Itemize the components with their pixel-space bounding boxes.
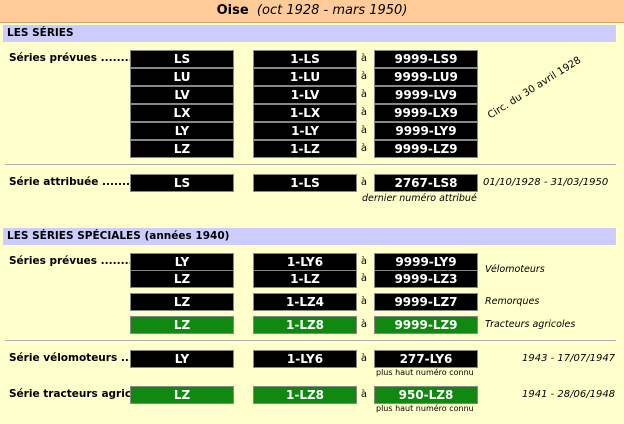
plate-from: 1-LX <box>253 104 357 122</box>
plate-series: LZ <box>130 140 234 158</box>
plate-from: 1-LY6 <box>253 253 357 271</box>
a-separator: à <box>360 89 368 100</box>
note-tracteurs: Tracteurs agricoles <box>485 319 576 330</box>
a-separator: à <box>360 319 368 330</box>
plate-from: 1-LY <box>253 122 357 140</box>
date-range: 01/10/1928 - 31/03/1950 <box>483 177 609 188</box>
plate-series: LZ <box>130 293 234 311</box>
plate-to: 9999-LZ3 <box>374 270 478 288</box>
a-separator: à <box>360 353 368 364</box>
section-header-speciales: LES SÉRIES SPÉCIALES (années 1940) <box>3 228 616 245</box>
label-series-prevues: Séries prévues ......... <box>9 52 137 64</box>
plate-to: 9999-LZ9 <box>374 140 478 158</box>
plate-series: LY <box>130 253 234 271</box>
plate-to: 9999-LX9 <box>374 104 478 122</box>
plate-to: 9999-LS9 <box>374 50 478 68</box>
plate-series: LX <box>130 104 234 122</box>
plate-to: 277-LY6 <box>374 350 478 368</box>
date-range: 1943 - 17/07/1947 <box>522 353 616 364</box>
plate-to: 950-LZ8 <box>374 386 478 404</box>
divider <box>5 340 616 341</box>
plate-to: 9999-LZ7 <box>374 293 478 311</box>
plate-from: 1-LZ <box>253 270 357 288</box>
plate-series: LV <box>130 86 234 104</box>
highest-known-note: plus haut numéro connu <box>376 404 474 413</box>
plate-series: LZ <box>130 316 234 334</box>
plate-from: 1-LU <box>253 68 357 86</box>
plate-to: 9999-LY9 <box>374 122 478 140</box>
plate-from: 1-LZ8 <box>253 316 357 334</box>
a-separator: à <box>360 143 368 154</box>
a-separator: à <box>360 125 368 136</box>
plate-series: LY <box>130 350 234 368</box>
plate-series: LU <box>130 68 234 86</box>
period-range: (oct 1928 - mars 1950) <box>256 3 408 18</box>
section-header-series: LES SÉRIES <box>3 25 616 42</box>
divider <box>5 164 616 165</box>
plate-series: LS <box>130 174 234 192</box>
plate-from: 1-LS <box>253 50 357 68</box>
label-series-prevues-speciales: Séries prévues ......... <box>9 255 137 267</box>
last-number-note: dernier numéro attribué <box>362 193 477 204</box>
plate-series: LS <box>130 50 234 68</box>
plate-to: 9999-LV9 <box>374 86 478 104</box>
label-serie-tracteurs: Série tracteurs agric. <box>9 388 136 400</box>
plate-series: LZ <box>130 386 234 404</box>
plate-from: 1-LZ4 <box>253 293 357 311</box>
a-separator: à <box>360 53 368 64</box>
department-name: Oise <box>216 3 249 18</box>
label-serie-velomoteurs: Série vélomoteurs .... <box>9 352 137 364</box>
plate-from: 1-LZ8 <box>253 386 357 404</box>
plate-to: 9999-LY9 <box>374 253 478 271</box>
date-range: 1941 - 28/06/1948 <box>522 389 616 400</box>
plate-series: LZ <box>130 270 234 288</box>
a-separator: à <box>360 296 368 307</box>
plate-series: LY <box>130 122 234 140</box>
highest-known-note: plus haut numéro connu <box>376 368 474 377</box>
plate-to: 9999-LU9 <box>374 68 478 86</box>
a-separator: à <box>360 389 368 400</box>
a-separator: à <box>360 256 368 267</box>
page-title: Oise (oct 1928 - mars 1950) <box>0 0 624 23</box>
plate-from: 1-LV <box>253 86 357 104</box>
plate-from: 1-LY6 <box>253 350 357 368</box>
plate-to: 9999-LZ9 <box>374 316 478 334</box>
note-velomoteurs: Vélomoteurs <box>485 264 545 275</box>
plate-from: 1-LS <box>253 174 357 192</box>
a-separator: à <box>360 71 368 82</box>
a-separator: à <box>360 273 368 284</box>
note-remorques: Remorques <box>485 296 540 307</box>
plate-from: 1-LZ <box>253 140 357 158</box>
label-serie-attribuee: Série attribuée ........ <box>9 176 134 188</box>
circular-note: Circ. du 30 avril 1928 <box>486 54 584 122</box>
a-separator: à <box>360 107 368 118</box>
